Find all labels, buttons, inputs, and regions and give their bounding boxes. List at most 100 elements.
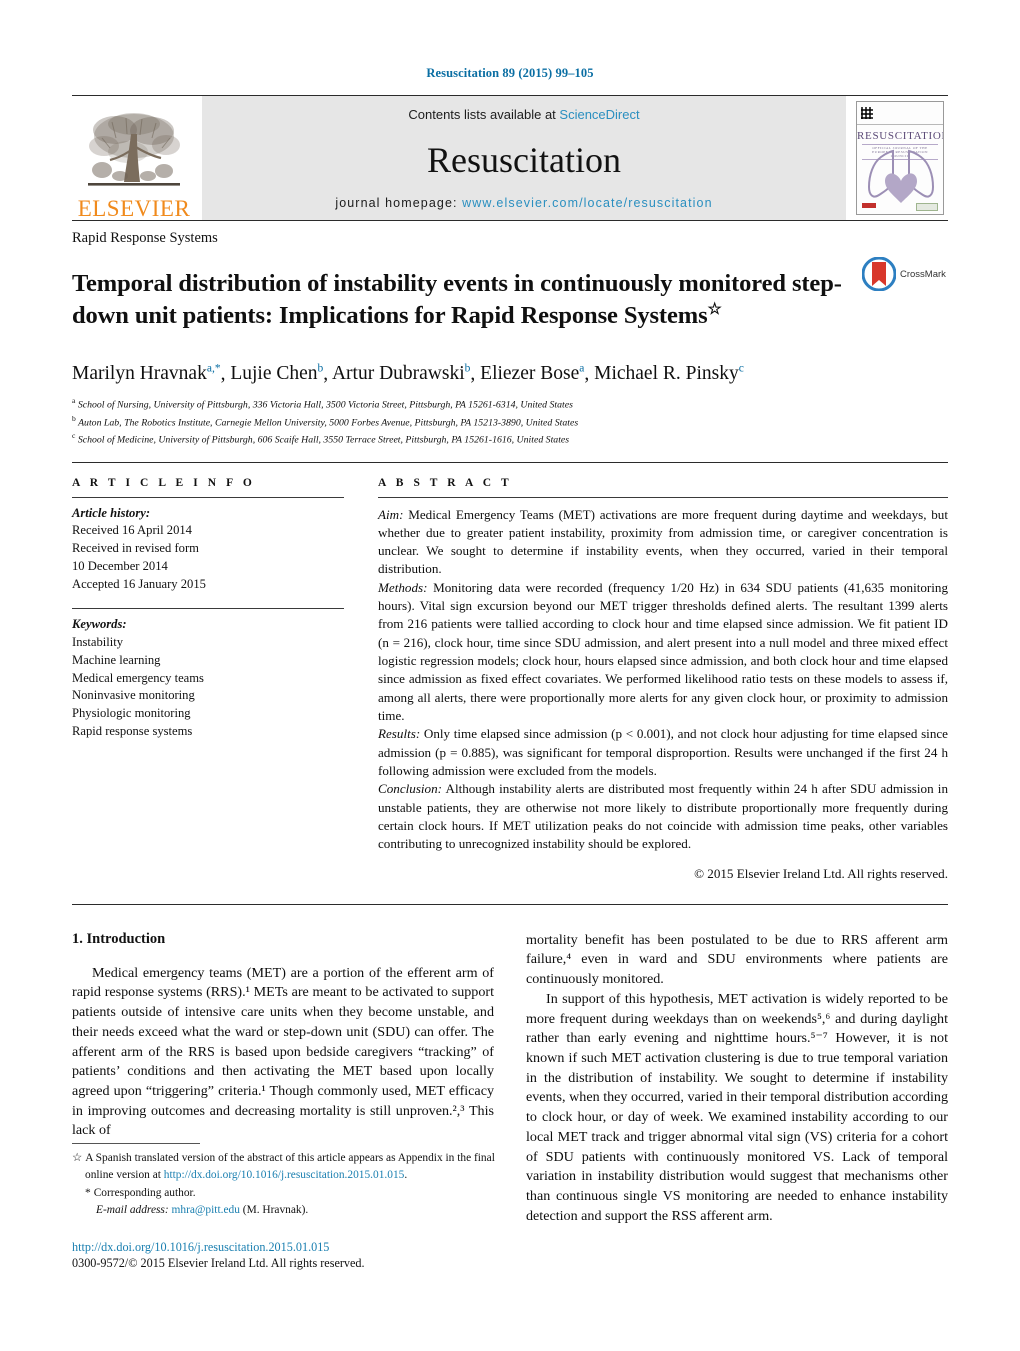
masthead-center: Contents lists available at ScienceDirec… [202,96,846,220]
intro-paragraph-3: In support of this hypothesis, MET activ… [526,990,948,1224]
affiliation-0-sup: a [72,396,76,406]
article-info-column: A R T I C L E I N F O Article history: R… [72,463,344,882]
contents-available-line: Contents lists available at ScienceDirec… [408,107,639,122]
author-2: Artur Dubrawskib [331,362,471,385]
crossmark-badge[interactable]: CrossMark [862,257,946,291]
introduction-right-text: mortality benefit has been postulated to… [526,931,948,1227]
footnote-divider [72,1143,200,1144]
paper-page: Resuscitation 89 (2015) 99–105 ELSEVIER … [0,0,1020,1351]
keywords-rule [72,607,344,609]
running-head: Resuscitation 89 (2015) 99–105 [426,66,594,80]
info-abstract-columns: A R T I C L E I N F O Article history: R… [72,463,948,882]
cover-footer [857,203,943,211]
author-3: Eliezer Bosea [480,362,585,385]
elsevier-logo: ELSEVIER [72,96,196,220]
abstract-label-conclusion: Conclusion: [378,781,443,797]
abstract-section-conclusion: Conclusion: Although instability alerts … [378,780,948,853]
cover-green-mark [916,203,938,211]
cover-image: RESUSCITATION OFFICIAL JOURNAL OF THE EU… [856,101,944,215]
corresponding-author-symbol: * [85,1187,91,1200]
keyword-1: Machine learning [72,652,161,667]
sciencedirect-link[interactable]: ScienceDirect [559,107,639,122]
email-address-label: E-mail address: [96,1203,169,1216]
title-row: Temporal distribution of instability eve… [72,253,948,349]
affiliation-1: b Auton Lab, The Robotics Institute, Car… [72,413,948,430]
affiliation-2-text: School of Medicine, University of Pittsb… [77,434,570,446]
affiliation-0: a School of Nursing, University of Pitts… [72,395,948,412]
footnote-corresponding: * Corresponding author. [72,1185,498,1202]
history-item-1: Received in revised form [72,541,199,556]
article-doi[interactable]: http://dx.doi.org/10.1016/j.resuscitatio… [72,1240,498,1255]
author-0-name: Marilyn Hravnak [72,363,207,385]
abstract-section-results: Results: Only time elapsed since admissi… [378,725,948,780]
keyword-2: Medical emergency teams [72,670,204,685]
author-2-sup: b [464,362,471,375]
abstract-label-aim: Aim: [378,506,404,522]
history-item-3: Accepted 16 January 2015 [72,577,206,591]
intro-paragraph-1: Medical emergency teams (MET) are a port… [72,964,494,1139]
journal-name: Resuscitation [427,140,621,180]
journal-homepage-line: journal homepage: www.elsevier.com/locat… [335,196,712,210]
abstract-copyright: © 2015 Elsevier Ireland Ltd. All rights … [694,865,948,881]
author-4: Michael R. Pinskyc [594,363,744,385]
cover-topbar [857,102,943,125]
contents-prefix: Contents lists available at [408,107,560,122]
abstract-heading: A B S T R A C T [378,476,513,489]
keywords-label: Keywords: [72,616,127,631]
author-1: Lujie Chenb [230,363,323,385]
corresponding-author-label: Corresponding author. [93,1187,196,1200]
author-4-name: Michael R. Pinsky [594,363,739,385]
affiliation-list: a School of Nursing, University of Pitts… [72,395,948,447]
history-item-2: 10 December 2014 [72,559,168,574]
body-column-right: mortality benefit has been postulated to… [526,931,948,1227]
abstract-label-results: Results: [378,726,421,742]
article-title-text: Temporal distribution of instability eve… [72,270,842,330]
qr-code-icon [861,107,873,119]
title-divider [72,220,948,221]
homepage-prefix: journal homepage: [335,196,463,210]
author-1-name: Lujie Chen [230,363,318,385]
section-kicker: Rapid Response Systems [72,230,218,246]
elsevier-tree-icon [88,113,180,186]
cover-red-mark [862,203,876,208]
cover-title: RESUSCITATION [857,130,944,142]
journal-masthead: ELSEVIER Contents lists available at Sci… [72,95,948,220]
footnote-star-symbol: ☆ [72,1152,83,1164]
footnote-appendix-end: . [404,1168,408,1181]
introduction-heading: 1. Introduction [72,930,166,947]
email-owner: (M. Hravnak). [242,1203,309,1216]
elsevier-wordmark: ELSEVIER [77,196,191,221]
history-item-0: Received 16 April 2014 [72,523,192,538]
homepage-url[interactable]: www.elsevier.com/locate/resuscitation [462,196,713,210]
footnote-appendix: ☆ A Spanish translated version of the abs… [72,1150,498,1183]
abstract-text-aim: Medical Emergency Teams (MET) activation… [378,506,948,577]
affiliation-1-text: Auton Lab, The Robotics Institute, Carne… [78,416,579,428]
author-0-sup: a,* [206,362,221,375]
page-title: Temporal distribution of instability eve… [72,269,862,332]
author-0: Marilyn Hravnaka,* [72,362,221,385]
introduction-left-text: Medical emergency teams (MET) are a port… [72,964,494,1141]
keyword-3: Noninvasive monitoring [72,688,195,703]
author-3-sup: a [579,362,585,375]
keyword-5: Rapid response systems [72,724,193,739]
title-footnote-marker[interactable]: ☆ [708,301,722,318]
footnote-appendix-doi-link[interactable]: http://dx.doi.org/10.1016/j.resuscitatio… [164,1169,405,1181]
abstract-section-aim: Aim: Medical Emergency Teams (MET) activ… [378,506,948,579]
crossmark-label: CrossMark [900,268,946,280]
article-doi-text: http://dx.doi.org/10.1016/j.resuscitatio… [72,1240,330,1255]
author-2-name: Artur Dubrawski [331,363,465,385]
article-history-label: Article history: [72,505,151,520]
journal-cover-thumbnail: RESUSCITATION OFFICIAL JOURNAL OF THE EU… [852,96,948,220]
article-history-block: Article history: Received 16 April 2014 … [72,505,344,594]
keyword-4: Physiologic monitoring [72,706,191,721]
abstract-text-results: Only time elapsed since admission (p < 0… [378,726,948,779]
crossmark-icon [862,257,896,291]
email-link[interactable]: mhra@pitt.edu [172,1204,240,1216]
article-info-rule [72,496,344,498]
abstract-body: Aim: Medical Emergency Teams (MET) activ… [378,506,948,854]
issn-copyright-line: 0300-9572/© 2015 Elsevier Ireland Ltd. A… [72,1256,365,1271]
keyword-0: Instability [72,634,124,649]
body-divider [72,903,948,905]
abstract-text-conclusion: Although instability alerts are distribu… [378,781,948,852]
lungs-heart-icon [867,149,935,203]
